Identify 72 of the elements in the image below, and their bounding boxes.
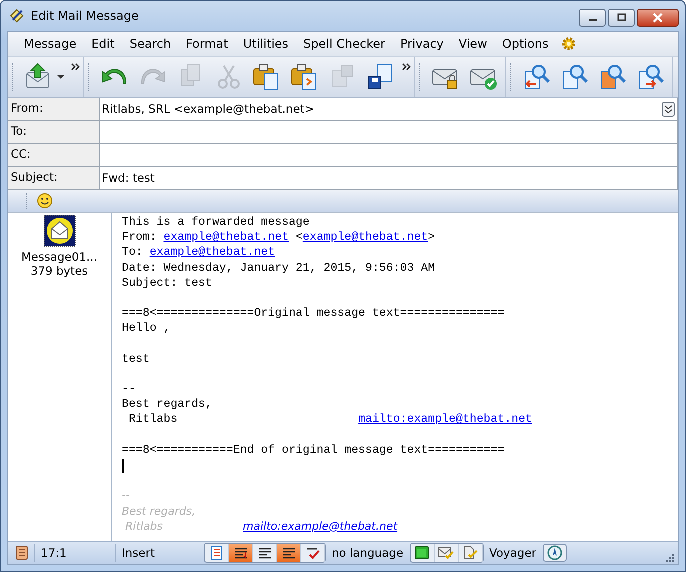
input-field[interactable]: Fwd: test [100, 167, 678, 189]
email-link[interactable]: example@thebat.net [164, 230, 289, 246]
menu-item[interactable]: Spell Checker [296, 35, 392, 53]
menu-item[interactable]: Message [16, 35, 84, 53]
compass-icon [546, 545, 562, 561]
attachment-size: 379 bytes [30, 264, 88, 278]
smiley-icon[interactable] [37, 193, 53, 209]
envelope-check-icon [438, 546, 454, 560]
message-text: Hello , [122, 321, 171, 337]
message-text: From: [122, 230, 158, 246]
menu-item[interactable]: Options [494, 35, 556, 53]
email-link[interactable]: mailto:example@thebat.net [243, 518, 398, 534]
align-lines-icon [256, 546, 272, 560]
menu-item[interactable]: Utilities [235, 35, 296, 53]
message-text: ===8<==============Original message text=============== [122, 306, 505, 322]
message-text: Date: Wednesday, January 21, 2015, 9:56:03 AM [122, 260, 436, 276]
message-text: < [294, 230, 303, 246]
email-link[interactable]: example@thebat.net [302, 230, 428, 246]
message-text: test [122, 352, 150, 367]
cursor-position: 17:1 [41, 546, 68, 560]
quote-lines-button[interactable] [277, 544, 301, 562]
page-check-icon [462, 546, 478, 560]
more-chevron-icon[interactable] [402, 63, 412, 71]
spell-check-icon [304, 546, 320, 560]
email-link[interactable]: mailto:example@thebat.net [358, 412, 532, 428]
text-cursor [122, 458, 124, 473]
menu-item[interactable]: View [450, 35, 494, 53]
email-link[interactable]: example@thebat.net [150, 245, 276, 261]
maximize-button[interactable] [608, 9, 635, 27]
language-label: no language [332, 546, 404, 560]
signature-text: Best regards, [122, 504, 196, 519]
quote-lines-icon [280, 546, 296, 560]
maximize-icon [616, 13, 626, 23]
resize-grip-icon[interactable] [664, 552, 674, 562]
gear-icon[interactable] [560, 35, 578, 53]
field-label: CC: [8, 144, 100, 166]
message-text: -- [122, 382, 136, 398]
engine-label: Voyager [490, 546, 536, 560]
close-icon [652, 13, 664, 23]
notebook-icon[interactable] [16, 546, 28, 560]
close-button[interactable] [637, 9, 679, 27]
menu-item[interactable]: Search [122, 35, 178, 53]
field-label: Subject: [8, 167, 100, 189]
wrap-lines-button[interactable] [229, 544, 253, 562]
window-title: Edit Mail Message [31, 9, 139, 23]
field-label: To: [8, 121, 100, 143]
field-label: From: [8, 98, 100, 120]
expand-icon[interactable] [662, 102, 675, 116]
pen-icon [9, 8, 25, 24]
compass-button[interactable] [542, 544, 566, 562]
message-text: ===8<===========End of original message text=========== [122, 442, 505, 458]
minimize-button[interactable] [579, 9, 606, 27]
message-text: This is a forwarded message [122, 215, 310, 230]
input-field[interactable]: Ritlabs, SRL <example@thebat.net> [100, 98, 678, 120]
wrap-lines-icon [232, 546, 248, 560]
menu-item[interactable]: Privacy [392, 35, 451, 53]
signature-text: -- [122, 488, 130, 504]
menu-item[interactable]: Format [178, 35, 236, 53]
insert-mode: Insert [122, 546, 156, 560]
page-icon [208, 546, 224, 560]
caret-icon [57, 74, 65, 80]
message-text: Best regards, [122, 397, 212, 412]
message-text: Subject: test [122, 276, 212, 291]
menu-item[interactable]: Edit [84, 35, 122, 53]
more-chevron-icon[interactable] [71, 63, 81, 71]
signature-text: Ritlabs [124, 518, 164, 534]
message-text: Ritlabs [128, 412, 179, 428]
attachment-name: Message01... [21, 250, 98, 264]
message-text: > [428, 230, 436, 246]
square-icon [414, 546, 430, 560]
message-text: To: [122, 245, 144, 261]
envelope-file-icon[interactable] [44, 215, 76, 247]
